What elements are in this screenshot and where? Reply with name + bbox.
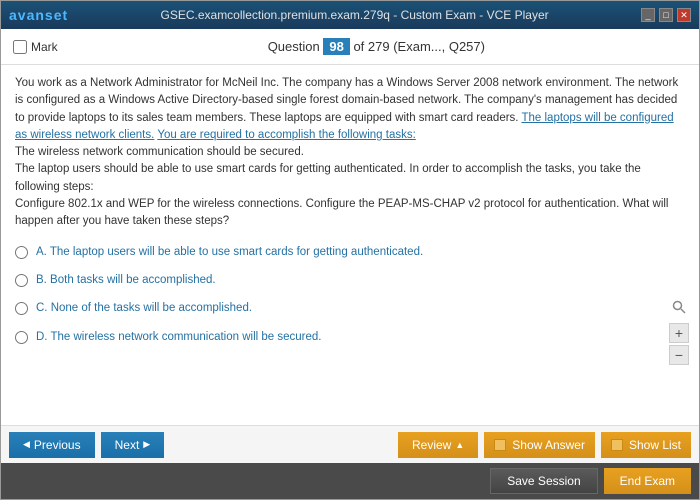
question-number: 98 (323, 38, 349, 55)
option-b-text: B. Both tasks will be accomplished. (36, 272, 216, 288)
zoom-in-button[interactable]: + (669, 323, 689, 343)
radio-c[interactable] (15, 302, 28, 315)
option-c: C. None of the tasks will be accomplishe… (15, 298, 685, 318)
zoom-controls: + − (669, 297, 689, 365)
show-answer-checkbox-icon (494, 439, 506, 451)
mark-label: Mark (31, 40, 58, 54)
mark-area[interactable]: Mark (13, 40, 58, 54)
main-window: avanset GSEC.examcollection.premium.exam… (0, 0, 700, 500)
option-c-text: C. None of the tasks will be accomplishe… (36, 300, 252, 316)
app-logo: avanset (9, 7, 68, 23)
search-icon[interactable] (669, 297, 689, 317)
highlight-tasks: You are required to accomplish the follo… (157, 129, 415, 141)
zoom-out-button[interactable]: − (669, 345, 689, 365)
minimize-button[interactable]: _ (641, 8, 655, 22)
option-d: D. The wireless network communication wi… (15, 327, 685, 347)
option-a-text: A. The laptop users will be able to use … (36, 244, 423, 260)
window-title: GSEC.examcollection.premium.exam.279q - … (68, 8, 641, 22)
title-bar-left: avanset (9, 7, 68, 23)
next-button[interactable]: Next (101, 432, 165, 458)
show-answer-button[interactable]: Show Answer (484, 432, 595, 458)
question-header: Mark Question 98 of 279 (Exam..., Q257) (1, 29, 699, 65)
close-button[interactable]: ✕ (677, 8, 691, 22)
question-label: Question (268, 39, 320, 54)
option-d-text: D. The wireless network communication wi… (36, 329, 321, 345)
previous-button[interactable]: Previous (9, 432, 95, 458)
radio-b[interactable] (15, 274, 28, 287)
title-bar: avanset GSEC.examcollection.premium.exam… (1, 1, 699, 29)
show-list-label: Show List (629, 438, 681, 452)
logo-suffix: set (45, 7, 68, 23)
maximize-button[interactable]: □ (659, 8, 673, 22)
save-session-button[interactable]: Save Session (490, 468, 597, 494)
end-exam-button[interactable]: End Exam (604, 468, 691, 494)
question-total: of 279 (Exam..., Q257) (353, 39, 485, 54)
review-button[interactable]: Review (398, 432, 478, 458)
option-a: A. The laptop users will be able to use … (15, 242, 685, 262)
show-answer-label: Show Answer (512, 438, 585, 452)
show-list-checkbox-icon (611, 439, 623, 451)
radio-a[interactable] (15, 246, 28, 259)
question-text: You work as a Network Administrator for … (15, 75, 685, 230)
mark-checkbox[interactable] (13, 40, 27, 54)
bottom-bar-1: Previous Next Review Show Answer Show Li… (1, 425, 699, 463)
content-area: You work as a Network Administrator for … (1, 65, 699, 425)
question-number-area: Question 98 of 279 (Exam..., Q257) (66, 38, 687, 55)
logo-prefix: avan (9, 7, 45, 23)
option-b: B. Both tasks will be accomplished. (15, 270, 685, 290)
window-controls[interactable]: _ □ ✕ (641, 8, 691, 22)
radio-d[interactable] (15, 331, 28, 344)
show-list-button[interactable]: Show List (601, 432, 691, 458)
bottom-bar-2: Save Session End Exam (1, 463, 699, 499)
